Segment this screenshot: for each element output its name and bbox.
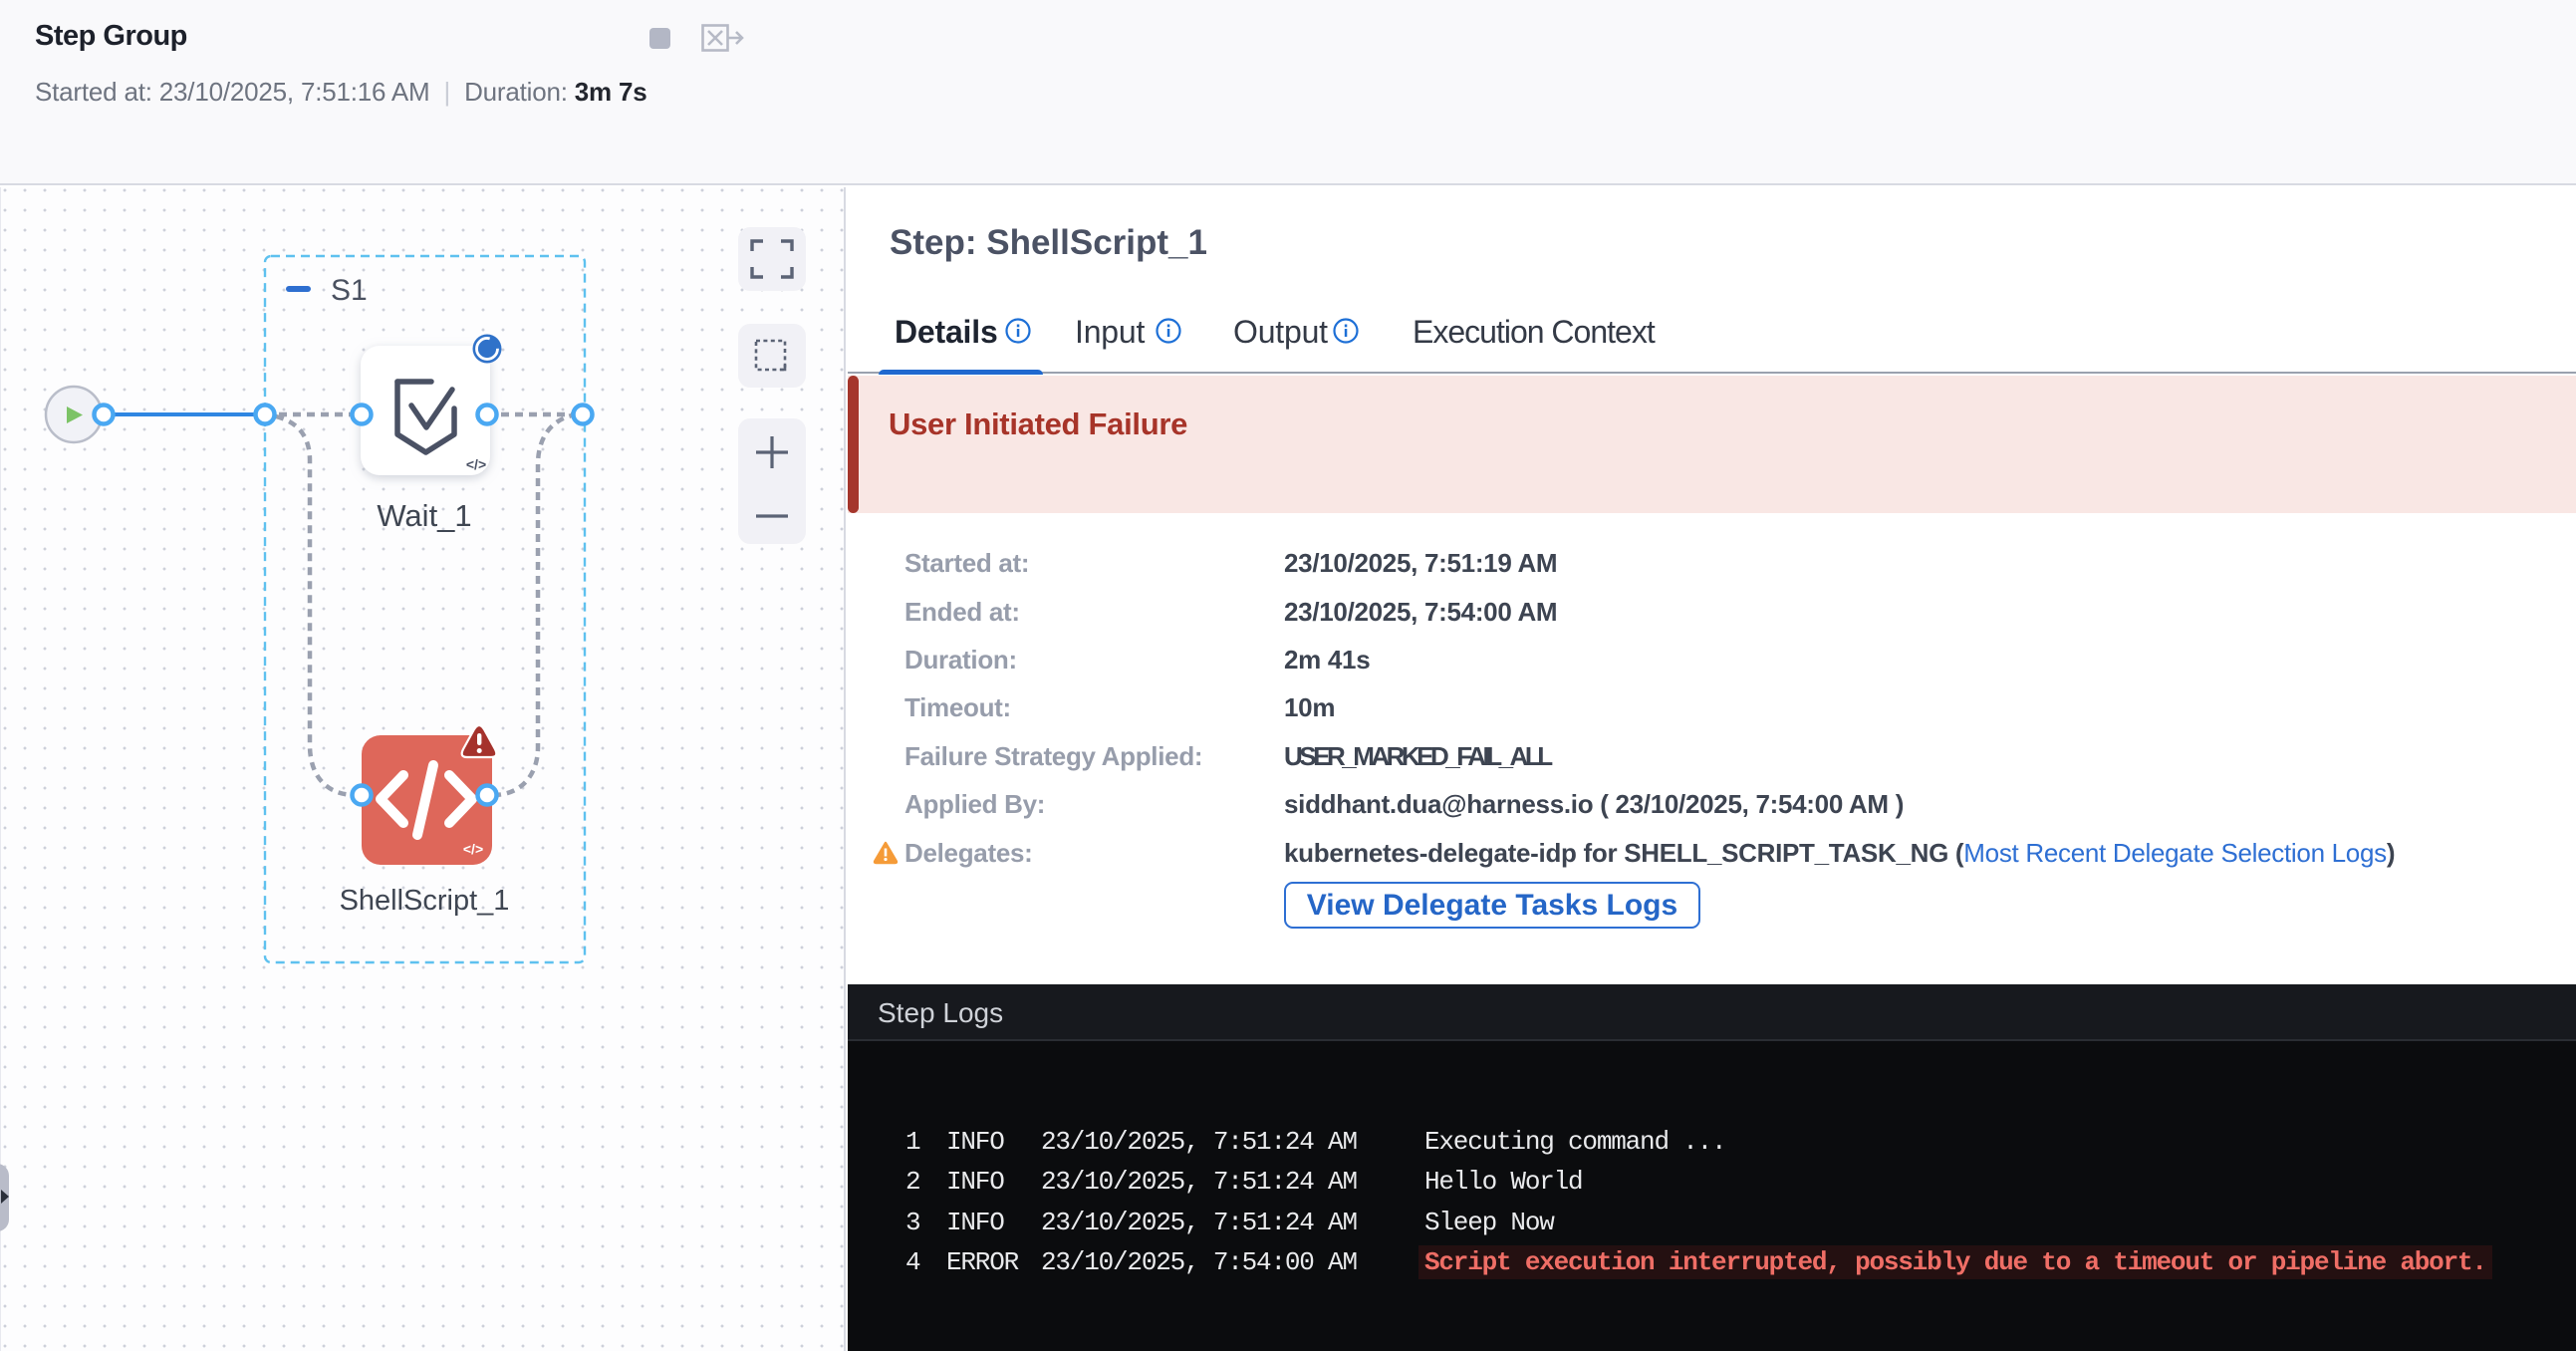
svg-text:</>: </> <box>463 841 483 857</box>
svg-text:</>: </> <box>466 456 486 472</box>
svg-text:S1: S1 <box>331 274 368 307</box>
